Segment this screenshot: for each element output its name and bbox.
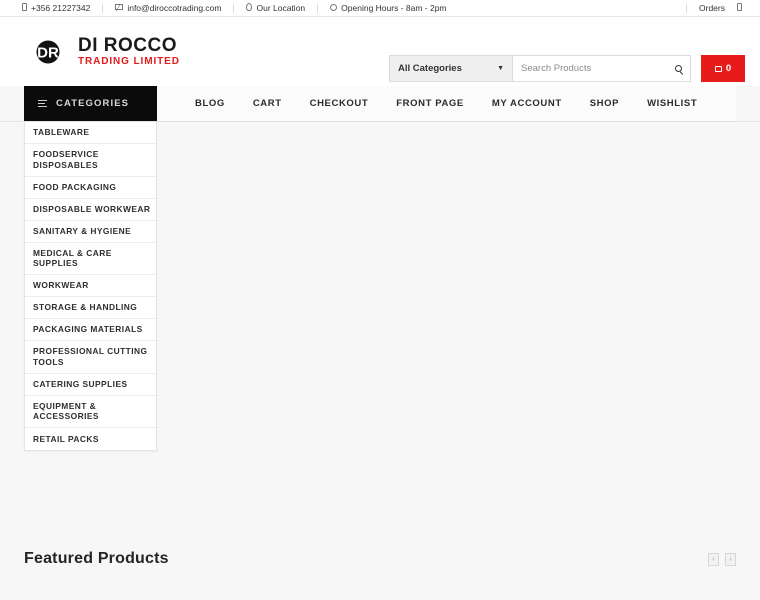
categories-toggle-label: CATEGORIES bbox=[56, 98, 130, 109]
search-icon[interactable] bbox=[675, 65, 682, 72]
topbar-phone-label: +356 21227342 bbox=[31, 2, 91, 13]
sidebar-item-retail-packs[interactable]: RETAIL PACKS bbox=[25, 428, 156, 450]
main-navigation-bar: CATEGORIES BLOG CART CHECKOUT FRONT PAGE… bbox=[0, 86, 760, 122]
chevron-right-icon[interactable]: › bbox=[725, 552, 736, 566]
svg-text:DR: DR bbox=[37, 44, 59, 61]
logo-subtitle: TRADING LIMITED bbox=[78, 56, 180, 67]
topbar-phone[interactable]: +356 21227342 bbox=[22, 3, 102, 13]
site-logo[interactable]: DR DI ROCCO TRADING LIMITED bbox=[25, 29, 180, 75]
sidebar-item-tableware[interactable]: TABLEWARE bbox=[25, 122, 156, 144]
phone-icon bbox=[22, 3, 27, 13]
product-search-bar: All Categories ▼ Search Products 0 bbox=[389, 55, 745, 82]
topbar-account-area: Orders bbox=[686, 3, 742, 13]
topbar-email[interactable]: info@diroccotrading.com bbox=[103, 4, 233, 13]
sidebar-item-professional-cutting-tools[interactable]: PROFESSIONAL CUTTING TOOLS bbox=[25, 341, 156, 374]
sidebar-item-catering-supplies[interactable]: CATERING SUPPLIES bbox=[25, 374, 156, 396]
sidebar-item-equipment-accessories[interactable]: EQUIPMENT & ACCESSORIES bbox=[25, 396, 156, 428]
envelope-icon bbox=[115, 4, 125, 12]
cart-button[interactable]: 0 bbox=[701, 55, 745, 82]
sidebar-item-medical-care-supplies[interactable]: MEDICAL & CARE SUPPLIES bbox=[25, 243, 156, 275]
featured-products-title: Featured Products bbox=[24, 550, 169, 567]
categories-toggle-button[interactable]: CATEGORIES bbox=[24, 86, 157, 121]
sidebar-item-disposable-workwear[interactable]: DISPOSABLE WORKWEAR bbox=[25, 199, 156, 221]
topbar-hours-label: Opening Hours - 8am - 2pm bbox=[341, 2, 447, 13]
hero-slider-region bbox=[165, 122, 760, 452]
search-category-select[interactable]: All Categories ▼ bbox=[389, 55, 512, 82]
featured-carousel-controls: ‹ › bbox=[708, 552, 736, 566]
orders-label: Orders bbox=[699, 2, 725, 13]
cart-icon bbox=[714, 65, 722, 72]
search-input-wrapper[interactable]: Search Products bbox=[512, 55, 691, 82]
topbar-hours: Opening Hours - 8am - 2pm bbox=[318, 4, 458, 13]
logo-monogram-icon: DR bbox=[25, 29, 71, 75]
category-sidebar: TABLEWARE FOODSERVICE DISPOSABLES FOOD P… bbox=[24, 122, 157, 451]
top-info-bar: +356 21227342 info@diroccotrading.com Ou… bbox=[0, 0, 760, 17]
chevron-left-icon[interactable]: ‹ bbox=[708, 552, 719, 566]
sidebar-item-workwear[interactable]: WORKWEAR bbox=[25, 275, 156, 297]
orders-link[interactable]: Orders bbox=[687, 4, 737, 13]
location-pin-icon bbox=[246, 3, 253, 13]
site-header: DR DI ROCCO TRADING LIMITED All Categori… bbox=[0, 17, 760, 86]
sidebar-item-storage-handling[interactable]: STORAGE & HANDLING bbox=[25, 297, 156, 319]
sidebar-item-food-packaging[interactable]: FOOD PACKAGING bbox=[25, 177, 156, 199]
receipt-icon[interactable] bbox=[737, 3, 742, 13]
search-input[interactable]: Search Products bbox=[521, 63, 591, 74]
page-content: TABLEWARE FOODSERVICE DISPOSABLES FOOD P… bbox=[0, 122, 760, 585]
featured-products-section: Featured Products ‹ › bbox=[0, 533, 760, 585]
logo-text-block: DI ROCCO TRADING LIMITED bbox=[78, 36, 180, 67]
topbar-email-label: info@diroccotrading.com bbox=[127, 2, 222, 13]
topbar-location[interactable]: Our Location bbox=[234, 3, 317, 13]
search-category-value: All Categories bbox=[398, 63, 462, 74]
chevron-down-icon: ▼ bbox=[497, 65, 504, 72]
nav-item-cart[interactable]: CART bbox=[239, 98, 296, 109]
nav-item-my-account[interactable]: MY ACCOUNT bbox=[478, 98, 576, 109]
nav-item-wishlist[interactable]: WISHLIST bbox=[633, 98, 711, 109]
nav-item-front-page[interactable]: FRONT PAGE bbox=[382, 98, 478, 109]
clock-icon bbox=[330, 3, 338, 13]
cart-count: 0 bbox=[725, 63, 732, 74]
logo-title: DI ROCCO bbox=[78, 35, 177, 56]
sidebar-item-foodservice-disposables[interactable]: FOODSERVICE DISPOSABLES bbox=[25, 144, 156, 177]
topbar-contact-list: +356 21227342 info@diroccotrading.com Ou… bbox=[0, 3, 459, 13]
nav-item-shop[interactable]: SHOP bbox=[576, 98, 633, 109]
sidebar-item-sanitary-hygiene[interactable]: SANITARY & HYGIENE bbox=[25, 221, 156, 243]
sidebar-item-packaging-materials[interactable]: PACKAGING MATERIALS bbox=[25, 319, 156, 341]
hamburger-icon bbox=[38, 98, 47, 109]
nav-item-blog[interactable]: BLOG bbox=[181, 98, 239, 109]
primary-menu: BLOG CART CHECKOUT FRONT PAGE MY ACCOUNT… bbox=[157, 86, 736, 121]
nav-item-checkout[interactable]: CHECKOUT bbox=[296, 98, 383, 109]
topbar-location-label: Our Location bbox=[256, 2, 306, 13]
